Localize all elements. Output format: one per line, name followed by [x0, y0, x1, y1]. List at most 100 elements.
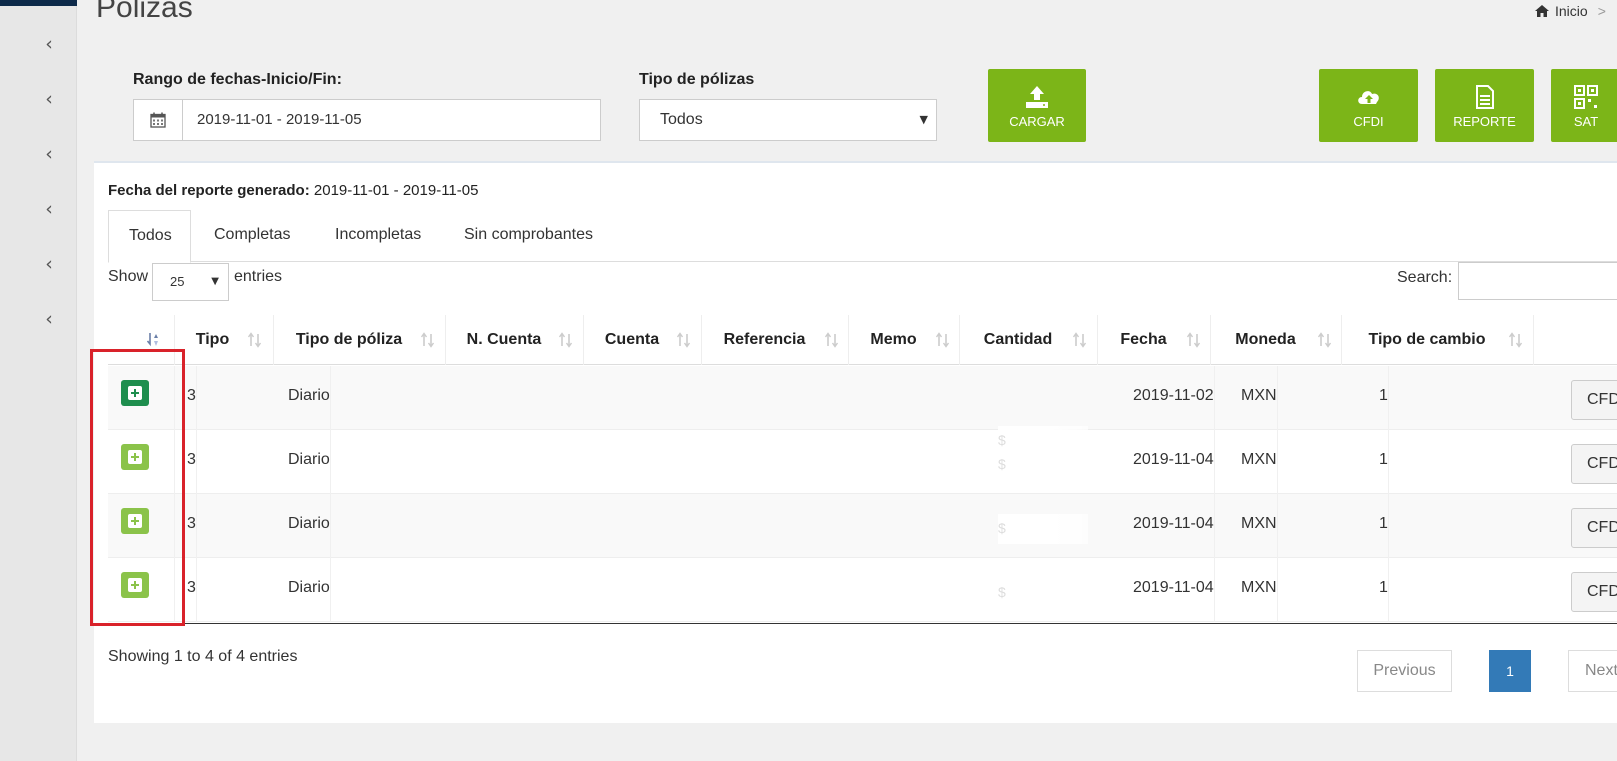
column-header-tipo-cambio[interactable]: Tipo de cambio — [1342, 315, 1534, 365]
column-header-n-cuenta[interactable]: N. Cuenta — [446, 315, 584, 365]
tab-todos[interactable]: Todos — [108, 210, 191, 263]
table-row: 3 Diario $ 2019-11-04 MXN 1 CFDI — [108, 494, 1617, 558]
page-length-select[interactable]: 25 ▼ — [152, 263, 229, 301]
cell-tipo-cambio: 1 — [1379, 366, 1389, 430]
tab-completas[interactable]: Completas — [194, 210, 310, 262]
sort-icon — [248, 332, 262, 348]
column-header-fecha[interactable]: Fecha — [1098, 315, 1211, 365]
reporte-button[interactable]: REPORTE — [1435, 69, 1534, 142]
chevron-left-icon[interactable]: ‹ — [41, 35, 57, 54]
search-label: Search: — [1397, 269, 1453, 286]
upload-icon — [1026, 86, 1048, 108]
report-generated-label: Fecha del reporte generado: — [108, 182, 310, 199]
cell-tipo: 3 — [187, 430, 197, 494]
sort-icon — [1073, 332, 1087, 348]
cell-moneda: MXN — [1241, 494, 1278, 558]
table-info: Showing 1 to 4 of 4 entries — [108, 648, 298, 665]
date-range-value: 2019-11-01 - 2019-11-05 — [197, 111, 362, 128]
sat-button[interactable]: SAT — [1551, 69, 1617, 142]
cell-tipo-cambio: 1 — [1379, 558, 1389, 622]
report-generated-date: Fecha del reporte generado: 2019-11-01 -… — [108, 182, 478, 199]
sort-icon — [825, 332, 839, 348]
column-header-referencia[interactable]: Referencia — [702, 315, 849, 365]
page-title: Pólizas — [96, 0, 193, 24]
sidebar: ‹ ‹ ‹ ‹ ‹ ‹ — [0, 0, 77, 761]
cell-tipo-poliza: Diario — [288, 558, 331, 622]
page-length-value: 25 — [170, 274, 185, 289]
breadcrumb-separator: > — [1597, 3, 1606, 19]
sort-icon — [147, 333, 158, 347]
caret-down-icon: ▼ — [919, 113, 928, 126]
column-header-cantidad[interactable]: Cantidad — [960, 315, 1098, 365]
redacted-amount: $ — [998, 514, 1088, 544]
cell-tipo-cambio: 1 — [1379, 494, 1389, 558]
chevron-left-icon[interactable]: ‹ — [41, 310, 57, 329]
tab-sin-comprobantes[interactable]: Sin comprobantes — [444, 210, 613, 262]
home-icon — [1535, 5, 1549, 17]
sat-label: SAT — [1573, 114, 1599, 129]
breadcrumb-home-link[interactable]: Inicio — [1555, 3, 1588, 19]
cell-moneda: MXN — [1241, 366, 1278, 430]
cell-fecha: 2019-11-04 — [1133, 430, 1215, 494]
cargar-button[interactable]: CARGAR — [988, 69, 1086, 142]
column-header-tipo[interactable]: Tipo — [175, 315, 274, 365]
cell-fecha: 2019-11-04 — [1133, 494, 1215, 558]
sort-icon — [1318, 332, 1332, 348]
sidebar-brand-bar — [0, 0, 77, 6]
cell-tipo: 3 — [187, 366, 197, 430]
sort-icon — [1187, 332, 1201, 348]
row-cfdi-button[interactable]: CFDI — [1571, 380, 1617, 420]
cell-tipo-poliza: Diario — [288, 494, 331, 558]
previous-page-button[interactable]: Previous — [1357, 650, 1452, 692]
breadcrumb: Inicio > — [1535, 3, 1606, 19]
table-bottom-border — [108, 623, 1617, 624]
tab-bar: Todos Completas Incompletas Sin comproba… — [108, 210, 1617, 263]
cfdi-header-label: CFDI — [1353, 114, 1384, 129]
row-cfdi-button[interactable]: CFDI — [1571, 508, 1617, 548]
highlight-box — [90, 349, 185, 626]
search-input[interactable] — [1458, 262, 1617, 300]
cell-tipo-poliza: Diario — [288, 366, 331, 430]
sort-icon — [677, 332, 691, 348]
cell-fecha: 2019-11-04 — [1133, 558, 1215, 622]
page-1-button[interactable]: 1 — [1489, 650, 1531, 692]
calendar-icon[interactable] — [134, 100, 183, 140]
cell-tipo: 3 — [187, 558, 197, 622]
date-range-input[interactable]: 2019-11-01 - 2019-11-05 — [133, 99, 601, 141]
policy-type-label: Tipo de pólizas — [639, 71, 755, 88]
table-row: 3 Diario $ 2019-11-04 MXN 1 CFDI — [108, 430, 1617, 494]
column-header-cuenta[interactable]: Cuenta — [584, 315, 702, 365]
redacted-amount: $ — [998, 450, 1088, 480]
cell-moneda: MXN — [1241, 558, 1278, 622]
policy-type-value: Todos — [660, 111, 703, 128]
cfdi-header-button[interactable]: CFDI — [1319, 69, 1418, 142]
chevron-left-icon[interactable]: ‹ — [41, 200, 57, 219]
table-row: 3 Diario $ 2019-11-04 MXN 1 CFDI — [108, 558, 1617, 622]
redacted-amount: $ — [998, 578, 1088, 608]
row-cfdi-button[interactable]: CFDI — [1571, 572, 1617, 612]
cargar-label: CARGAR — [1009, 114, 1065, 129]
column-header-moneda[interactable]: Moneda — [1211, 315, 1342, 365]
sort-icon — [559, 332, 573, 348]
reporte-label: REPORTE — [1453, 114, 1516, 129]
sort-icon — [421, 332, 435, 348]
next-page-button[interactable]: Next — [1568, 650, 1617, 692]
row-cfdi-button[interactable]: CFDI — [1571, 444, 1617, 484]
sort-icon — [936, 332, 950, 348]
chevron-left-icon[interactable]: ‹ — [41, 145, 57, 164]
caret-down-icon: ▼ — [211, 276, 219, 287]
cell-tipo: 3 — [187, 494, 197, 558]
document-icon — [1475, 85, 1494, 109]
sort-icon — [1509, 332, 1523, 348]
policy-type-select[interactable]: Todos ▼ — [639, 99, 937, 141]
table-header-row: Tipo Tipo de póliza N. Cuenta Cuenta Ref… — [108, 315, 1617, 365]
chevron-left-icon[interactable]: ‹ — [41, 90, 57, 109]
tab-incompletas[interactable]: Incompletas — [315, 210, 441, 262]
column-header-memo[interactable]: Memo — [849, 315, 960, 365]
column-header-tipo-poliza[interactable]: Tipo de póliza — [274, 315, 446, 365]
cell-fecha: 2019-11-02 — [1133, 366, 1215, 430]
entries-label: entries — [234, 268, 283, 285]
cloud-upload-icon — [1357, 91, 1379, 104]
table-row: 3 Diario $ 2019-11-02 MXN 1 CFDI — [108, 366, 1617, 456]
chevron-left-icon[interactable]: ‹ — [41, 255, 57, 274]
